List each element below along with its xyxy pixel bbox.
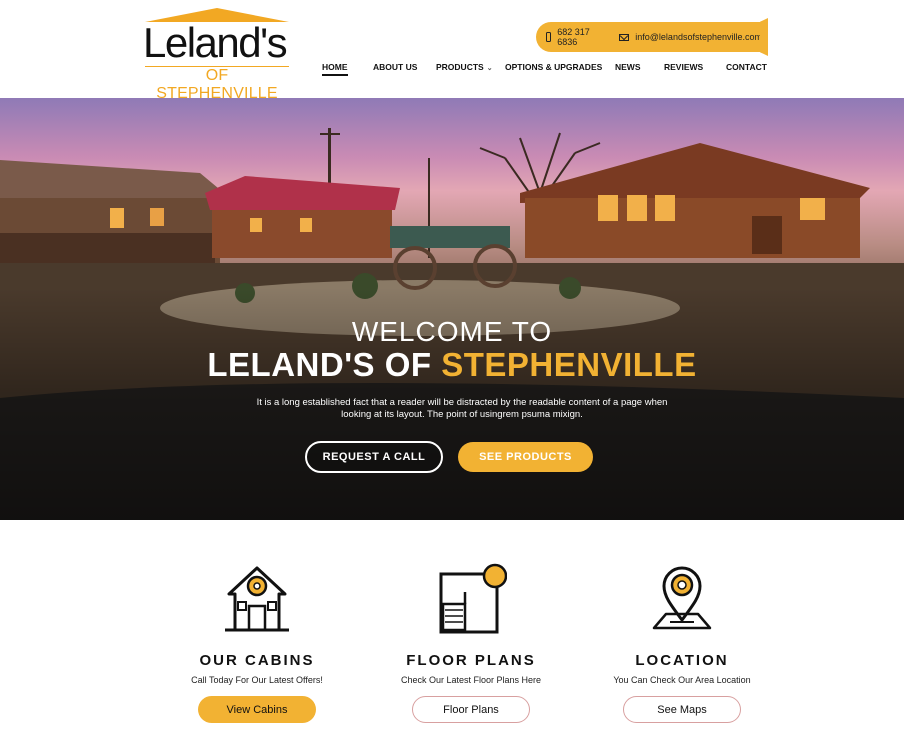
- hero-banner: WELCOME TO LELAND'S OF STEPHENVILLE It i…: [0, 98, 904, 520]
- see-maps-button[interactable]: See Maps: [623, 696, 741, 723]
- nav-about-us[interactable]: ABOUT US: [373, 62, 417, 72]
- site-header: Leland's OF STEPHENVILLE 682 317 6836 in…: [0, 0, 904, 102]
- email-address: info@lelandsofstephenville.com: [635, 32, 762, 42]
- nav-products-label: PRODUCTS: [436, 62, 484, 72]
- main-nav: HOME ABOUT US PRODUCTS ⌄ OPTIONS & UPGRAD…: [0, 62, 904, 78]
- hero-title-part1: LELAND'S OF: [207, 346, 432, 383]
- nav-reviews[interactable]: REVIEWS: [664, 62, 703, 72]
- feature-title: LOCATION: [635, 652, 729, 669]
- feature-cabins: OUR CABINS Call Today For Our Latest Off…: [157, 562, 357, 723]
- floor-plans-button[interactable]: Floor Plans: [412, 696, 530, 723]
- hero-title-line2: LELAND'S OF STEPHENVILLE: [0, 346, 904, 384]
- nav-options-upgrades[interactable]: OPTIONS & UPGRADES: [505, 62, 602, 72]
- view-cabins-button[interactable]: View Cabins: [198, 696, 316, 723]
- hero-title-accent: STEPHENVILLE: [441, 346, 697, 383]
- feature-subtitle: You Can Check Our Area Location: [613, 675, 751, 685]
- phone-icon: [546, 32, 552, 42]
- logo-name: Leland's: [143, 19, 288, 66]
- phone-contact[interactable]: 682 317 6836: [546, 27, 601, 47]
- feature-title: FLOOR PLANS: [406, 652, 536, 669]
- chevron-down-icon: ⌄: [486, 65, 493, 72]
- nav-home[interactable]: HOME: [322, 62, 348, 76]
- feature-location: LOCATION You Can Check Our Area Location…: [582, 562, 782, 723]
- email-contact[interactable]: info@lelandsofstephenville.com: [619, 32, 762, 42]
- feature-subtitle: Check Our Latest Floor Plans Here: [400, 675, 542, 685]
- nav-products[interactable]: PRODUCTS ⌄: [436, 62, 493, 72]
- feature-floor-plans: FLOOR PLANS Check Our Latest Floor Plans…: [371, 562, 571, 723]
- nav-news[interactable]: NEWS: [615, 62, 641, 72]
- floor-plan-icon: [435, 562, 508, 634]
- hero-description: It is a long established fact that a rea…: [256, 397, 668, 420]
- contact-bar-tail: [760, 18, 768, 56]
- phone-number: 682 317 6836: [557, 27, 590, 47]
- nav-contact[interactable]: CONTACT: [726, 62, 767, 72]
- mail-icon: [619, 33, 630, 41]
- feature-subtitle: Call Today For Our Latest Offers!: [191, 675, 323, 685]
- see-products-button[interactable]: SEE PRODUCTS: [458, 442, 593, 472]
- hero-overlay: [0, 98, 904, 520]
- map-pin-icon: [646, 562, 718, 634]
- feature-title: OUR CABINS: [199, 652, 315, 669]
- contact-bar: 682 317 6836 info@lelandsofstephenville.…: [536, 18, 768, 56]
- house-icon: [221, 562, 293, 634]
- hero-title-line1: WELCOME TO: [351, 316, 553, 347]
- request-call-button[interactable]: REQUEST A CALL: [305, 441, 443, 473]
